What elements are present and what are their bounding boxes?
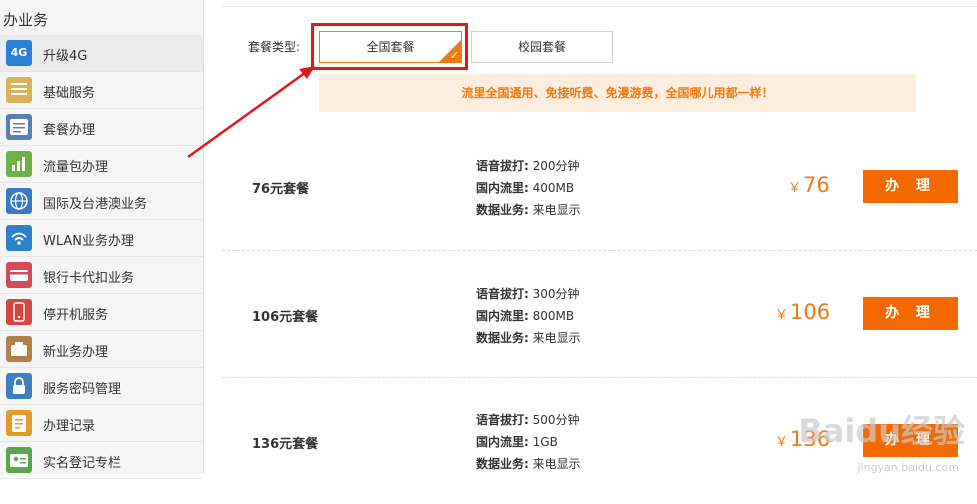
watermark-url: jingyan.baidu.com xyxy=(857,461,959,474)
watermark-logo: Baidu经验 xyxy=(798,412,965,450)
annotation-arrow xyxy=(187,66,315,159)
